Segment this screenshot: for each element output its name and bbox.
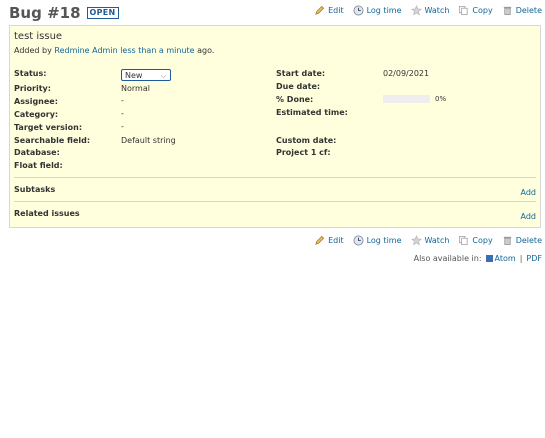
atom-link[interactable]: Atom — [495, 254, 516, 263]
done-value: 0% — [435, 95, 447, 103]
edit-label: Edit — [328, 6, 344, 15]
copy-label: Copy — [472, 236, 493, 245]
status-badge: OPEN — [86, 7, 119, 19]
clock-icon — [353, 5, 364, 16]
copy-button[interactable]: Copy — [458, 5, 493, 16]
log-time-button[interactable]: Log time — [353, 235, 402, 246]
start-date-label: Start date: — [276, 69, 326, 78]
done-label: % Done: — [276, 95, 314, 104]
searchable-field-value: Default string — [121, 136, 176, 145]
add-subtask-link[interactable]: Add — [521, 188, 537, 197]
issue-header: Bug #18 OPEN — [9, 4, 119, 22]
pdf-link[interactable]: PDF — [526, 254, 542, 263]
target-version-label: Target version: — [14, 123, 83, 132]
related-issues-heading: Related issues — [14, 209, 80, 218]
author-prefix: Added by — [14, 46, 52, 55]
bottom-actions-bar: Edit Log time Watch Copy Delete — [305, 235, 542, 246]
copy-label: Copy — [472, 6, 493, 15]
pencil-icon — [315, 5, 325, 15]
chevron-down-icon: ⌵ — [160, 72, 166, 80]
time-ago-link[interactable]: less than a minute — [120, 46, 194, 55]
subtasks-heading: Subtasks — [14, 185, 56, 194]
due-date-label: Due date: — [276, 82, 321, 91]
start-date-value: 02/09/2021 — [383, 69, 430, 78]
copy-button[interactable]: Copy — [458, 235, 493, 246]
status-select-value: New — [125, 70, 143, 80]
assignee-value: - — [121, 96, 124, 105]
database-label: Database: — [14, 148, 60, 157]
issue-details-box: test issue Added by Redmine Admin less t… — [9, 25, 541, 228]
edit-button[interactable]: Edit — [314, 235, 344, 246]
watch-label: Watch — [424, 6, 450, 15]
copy-icon — [459, 6, 468, 15]
category-label: Category: — [14, 110, 59, 119]
delete-button[interactable]: Delete — [502, 235, 542, 246]
assignee-label: Assignee: — [14, 97, 58, 106]
issue-subject: test issue — [14, 31, 63, 42]
watch-button[interactable]: Watch — [410, 5, 450, 16]
star-icon — [410, 235, 422, 246]
edit-label: Edit — [328, 236, 344, 245]
log-time-label: Log time — [366, 236, 402, 245]
delete-label: Delete — [515, 6, 542, 15]
author-link[interactable]: Redmine Admin — [54, 46, 117, 55]
clock-icon — [353, 235, 364, 246]
divider — [14, 201, 536, 202]
estimated-time-label: Estimated time: — [276, 108, 348, 117]
author-suffix: ago. — [197, 46, 215, 55]
target-version-value: - — [121, 122, 124, 131]
watch-button[interactable]: Watch — [410, 235, 450, 246]
add-related-issue-link[interactable]: Add — [521, 212, 537, 221]
log-time-label: Log time — [366, 6, 402, 15]
copy-icon — [459, 236, 468, 245]
author-line: Added by Redmine Admin less than a minut… — [14, 46, 214, 55]
status-label: Status: — [14, 69, 47, 78]
top-actions-bar: Edit Log time Watch Copy Delete — [305, 5, 542, 16]
trash-icon — [503, 236, 511, 245]
priority-value: Normal — [121, 84, 150, 93]
divider — [14, 177, 536, 178]
star-icon — [410, 5, 422, 16]
link-separator: | — [519, 254, 523, 263]
project-cf-label: Project 1 cf: — [276, 148, 331, 157]
custom-date-label: Custom date: — [276, 136, 337, 145]
log-time-button[interactable]: Log time — [353, 5, 402, 16]
edit-button[interactable]: Edit — [314, 5, 344, 16]
priority-label: Priority: — [14, 84, 51, 93]
delete-label: Delete — [515, 236, 542, 245]
also-available-in: Also available in: Atom | PDF — [414, 254, 542, 263]
also-available-label: Also available in: — [413, 254, 482, 263]
float-field-label: Float field: — [14, 161, 63, 170]
delete-button[interactable]: Delete — [502, 5, 542, 16]
searchable-field-label: Searchable field: — [14, 136, 91, 145]
status-select[interactable]: New ⌵ — [121, 69, 171, 81]
progress-bar — [383, 95, 430, 103]
feed-icon — [485, 255, 493, 262]
category-value: - — [121, 109, 124, 118]
trash-icon — [503, 6, 511, 15]
issue-title: Bug #18 — [9, 4, 81, 22]
pencil-icon — [315, 235, 325, 245]
watch-label: Watch — [424, 236, 450, 245]
